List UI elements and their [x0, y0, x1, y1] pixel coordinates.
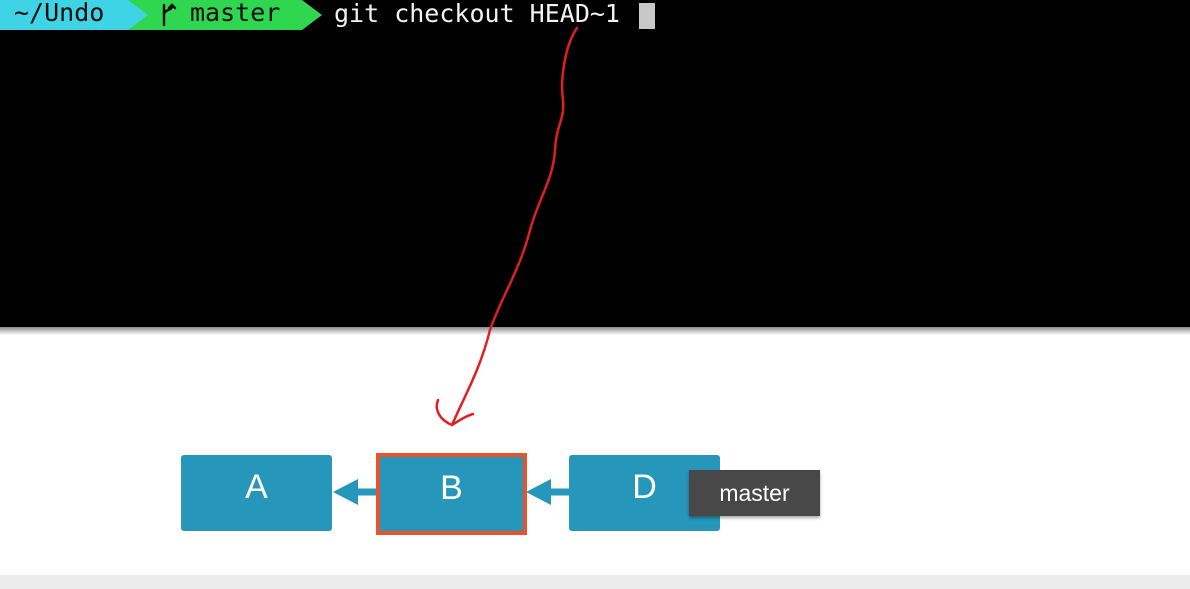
branch-tag-master: master: [689, 470, 820, 516]
parent-arrow-b-to-a: [333, 479, 376, 505]
terminal-window[interactable]: ~/Undo master git checkout HEAD~1: [0, 0, 1190, 327]
commit-label-a: A: [245, 467, 268, 506]
prompt-path: ~/Undo: [14, 0, 105, 27]
commit-label-b: B: [440, 468, 463, 507]
text-cursor: [639, 3, 655, 29]
terminal-divider: [0, 327, 1190, 335]
prompt-path-segment: ~/Undo: [0, 0, 150, 30]
parent-arrow-d-to-b: [526, 479, 569, 505]
prompt-branch: master: [190, 0, 281, 27]
bottom-bar: [0, 575, 1190, 589]
git-branch-icon: [162, 3, 177, 27]
prompt-branch-segment: master: [128, 0, 322, 30]
commit-label-d: D: [632, 467, 657, 506]
command-input[interactable]: git checkout HEAD~1: [334, 0, 620, 30]
commit-node-a: A: [181, 455, 332, 531]
commit-node-b-highlighted: B: [376, 453, 527, 535]
